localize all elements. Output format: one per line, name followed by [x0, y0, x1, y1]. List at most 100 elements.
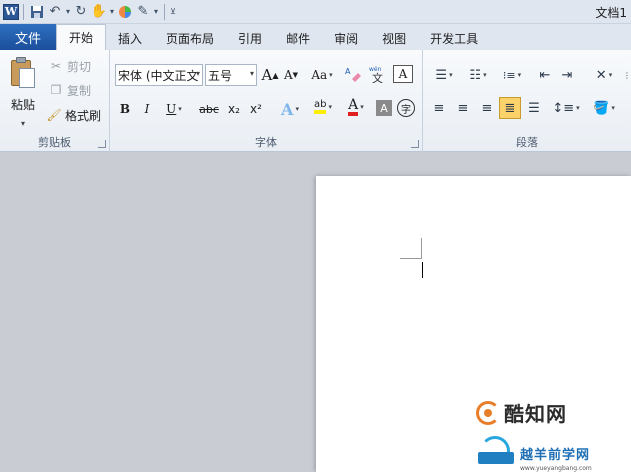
- copy-button[interactable]: ❐ 复制: [48, 80, 91, 100]
- undo-icon[interactable]: ↶: [46, 3, 64, 21]
- font-color-button[interactable]: A ▾: [342, 97, 370, 117]
- highlight-label: ab: [314, 100, 327, 114]
- change-case-button[interactable]: Aa ▾: [308, 65, 336, 85]
- word-app-icon[interactable]: W: [3, 3, 19, 20]
- tab-mailings[interactable]: 邮件: [274, 26, 322, 50]
- numbering-icon: ☷: [469, 67, 482, 83]
- shrink-font-button[interactable]: A ▼: [282, 65, 300, 85]
- text-cursor: [422, 262, 423, 278]
- highlight-button[interactable]: ab ▾: [308, 97, 338, 117]
- text-effects-icon: A: [281, 99, 294, 119]
- color-wheel-icon[interactable]: [116, 3, 134, 21]
- enclose-characters-button[interactable]: 字: [397, 99, 415, 117]
- format-painter-label: 格式刷: [65, 108, 102, 123]
- svg-text:文: 文: [372, 71, 383, 83]
- character-border-button[interactable]: A: [393, 65, 413, 83]
- phonetic-guide-button[interactable]: wén 文: [367, 64, 389, 84]
- underline-button[interactable]: U ▾: [160, 99, 188, 119]
- character-shading-button[interactable]: A: [376, 100, 392, 116]
- save-icon[interactable]: [28, 3, 46, 21]
- justify-icon: ≣: [504, 100, 516, 116]
- scissors-icon: ✂: [50, 59, 62, 73]
- font-size-value: 五号: [208, 68, 233, 83]
- document-area: 酷知网 越羊前学网 www.yueyangbang.com: [0, 153, 631, 472]
- superscript-button[interactable]: x²: [246, 99, 266, 119]
- tab-insert[interactable]: 插入: [106, 26, 154, 50]
- grow-font-button[interactable]: A ▲: [261, 65, 279, 85]
- watermark-brand2: 越羊前学网: [520, 448, 591, 463]
- chevron-down-icon: ▾: [249, 69, 254, 78]
- bullets-button[interactable]: ☰ ▾: [429, 65, 459, 85]
- text-effects-button[interactable]: A ▾: [276, 99, 304, 119]
- quick-access-toolbar: W ↶ ▾ ↻ ✋ ▾ ✎ ▾ ⊻ 文档1: [0, 0, 631, 24]
- align-right-button[interactable]: ≡: [477, 98, 497, 118]
- align-center-icon: ≡: [457, 100, 469, 116]
- italic-button[interactable]: I: [138, 99, 156, 119]
- qat-separator: [23, 3, 24, 20]
- chinese-layout-button[interactable]: ✕ ▾: [589, 65, 619, 85]
- bullets-icon: ☰: [435, 67, 448, 83]
- ribbon-tabs: 文件 开始 插入 页面布局 引用 邮件 审阅 视图 开发工具: [0, 24, 631, 50]
- bold-button[interactable]: B: [116, 99, 134, 119]
- change-case-label: Aa: [311, 68, 328, 82]
- clipboard-group-label: 剪贴板: [38, 136, 71, 149]
- align-left-button[interactable]: ≡: [429, 98, 449, 118]
- watermark-kuzhi: 酷知网: [476, 398, 567, 427]
- pen-icon[interactable]: ✎: [134, 3, 152, 21]
- shrink-font-label: A: [283, 68, 293, 82]
- multilevel-list-button[interactable]: ⁝≡ ▾: [497, 65, 527, 85]
- decrease-indent-icon: ⇤: [539, 67, 551, 83]
- tab-home[interactable]: 开始: [56, 24, 107, 50]
- chinese-layout-icon: ✕: [595, 67, 607, 83]
- more-button[interactable]: ⋮: [623, 65, 631, 85]
- tab-review[interactable]: 审阅: [322, 26, 370, 50]
- hand-touch-icon[interactable]: ✋: [90, 3, 108, 21]
- shading-button[interactable]: 🪣 ▾: [589, 98, 619, 118]
- clear-format-icon: A: [345, 67, 361, 82]
- distributed-icon: ☰: [528, 100, 540, 116]
- paragraph-group-label: 段落: [516, 136, 538, 149]
- align-center-button[interactable]: ≡: [453, 98, 473, 118]
- decrease-indent-button[interactable]: ⇤: [535, 65, 555, 85]
- undo-dropdown-icon[interactable]: ▾: [64, 3, 72, 21]
- tab-page-layout[interactable]: 页面布局: [154, 26, 226, 50]
- phonetic-guide-icon: wén文: [369, 66, 383, 83]
- justify-button[interactable]: ≣: [499, 97, 521, 119]
- align-left-icon: ≡: [433, 100, 445, 116]
- customize-qat-icon[interactable]: ⊻: [169, 3, 177, 21]
- redo-icon[interactable]: ↻: [72, 3, 90, 21]
- font-launcher-icon[interactable]: [411, 140, 419, 148]
- tab-references[interactable]: 引用: [226, 26, 274, 50]
- increase-indent-button[interactable]: ⇥: [557, 65, 577, 85]
- line-spacing-button[interactable]: ↕≡ ▾: [551, 98, 581, 118]
- font-name-combo[interactable]: 宋体 (中文正文 ▾: [115, 64, 203, 86]
- paste-dropdown-icon[interactable]: ▾: [21, 119, 25, 128]
- strikethrough-button[interactable]: abc: [196, 99, 222, 119]
- clipboard-launcher-icon[interactable]: [98, 140, 106, 148]
- tab-file[interactable]: 文件: [0, 24, 56, 50]
- paste-button[interactable]: 粘贴 ▾: [4, 54, 42, 128]
- chevron-down-icon: ▾: [195, 69, 200, 78]
- qat-separator-2: [164, 3, 165, 20]
- subscript-button[interactable]: x₂: [224, 99, 244, 119]
- clear-formatting-button[interactable]: A: [342, 64, 364, 84]
- margin-mark-horizontal: [400, 258, 422, 259]
- distributed-button[interactable]: ☰: [524, 98, 544, 118]
- document-page[interactable]: 酷知网 越羊前学网 www.yueyangbang.com: [316, 176, 631, 472]
- touch-dropdown-icon[interactable]: ▾: [108, 3, 116, 21]
- tab-view[interactable]: 视图: [370, 26, 418, 50]
- clipboard-group: 粘贴 ▾ ✂ 剪切 ❐ 复制 🖌 格式刷 剪贴板: [0, 50, 110, 152]
- align-right-icon: ≡: [481, 100, 493, 116]
- cut-button[interactable]: ✂ 剪切: [48, 56, 91, 76]
- watermark-yueyang: 越羊前学网 www.yueyangbang.com: [476, 434, 592, 472]
- format-painter-button[interactable]: 🖌 格式刷: [46, 105, 101, 125]
- document-title: 文档1: [595, 6, 627, 20]
- tab-developer[interactable]: 开发工具: [418, 26, 490, 50]
- brush-icon: 🖌: [46, 108, 62, 122]
- paint-bucket-icon: 🪣: [593, 100, 610, 116]
- pen-dropdown-icon[interactable]: ▾: [152, 3, 160, 21]
- multilevel-list-icon: ⁝≡: [502, 68, 516, 82]
- numbering-button[interactable]: ☷ ▾: [463, 65, 493, 85]
- paste-icon: [9, 56, 37, 90]
- font-size-combo[interactable]: 五号 ▾: [205, 64, 257, 86]
